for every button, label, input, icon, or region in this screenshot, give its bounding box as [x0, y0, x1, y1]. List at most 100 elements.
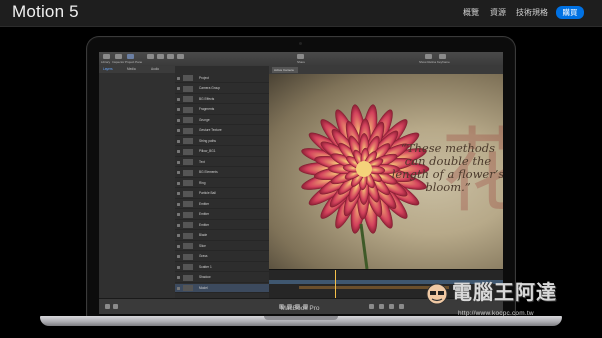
layer-visibility-checkbox[interactable]	[177, 244, 180, 248]
laptop-model-label: MacBook Pro	[280, 305, 320, 312]
layer-visibility-checkbox[interactable]	[177, 118, 180, 122]
layer-row[interactable]: BG Effects	[175, 95, 269, 104]
layer-row[interactable]: Emitter	[175, 200, 269, 209]
layer-thumbnail	[183, 264, 193, 270]
layer-thumbnail	[183, 159, 193, 165]
layer-visibility-checkbox[interactable]	[177, 160, 180, 164]
layer-name: Project	[199, 75, 209, 80]
layer-thumbnail	[183, 85, 193, 92]
library-panel: Layers Media Audio	[99, 66, 176, 298]
inspector-icon[interactable]	[115, 54, 122, 59]
layer-row[interactable]: Camera Group	[175, 85, 269, 94]
layer-row[interactable]: Scatter 1	[175, 263, 269, 272]
nav-link-tech-specs[interactable]: 技術規格	[516, 8, 548, 18]
layer-visibility-checkbox[interactable]	[177, 276, 180, 279]
layer-thumbnail	[183, 253, 193, 260]
layer-visibility-checkbox[interactable]	[177, 255, 180, 258]
layer-thumbnail	[183, 138, 193, 144]
layer-row[interactable]: Gesture Texture	[175, 127, 269, 136]
show-retina-icon[interactable]	[425, 54, 432, 59]
nav-link-overview[interactable]: 概覽	[463, 8, 479, 18]
canvas-bar: Active Camera	[269, 66, 503, 74]
layer-visibility-checkbox[interactable]	[177, 223, 180, 227]
layer-visibility-checkbox[interactable]	[177, 171, 180, 174]
layer-name: Grunge	[199, 117, 210, 122]
layer-visibility-checkbox[interactable]	[177, 139, 180, 143]
layer-thumbnail	[183, 211, 193, 218]
layer-thumbnail	[183, 274, 193, 281]
layer-row[interactable]: String paths	[175, 137, 269, 146]
layer-row[interactable]: BG Elements	[175, 169, 269, 178]
layer-thumbnail	[183, 180, 193, 186]
layer-row[interactable]: Model	[175, 284, 269, 293]
share-icon[interactable]	[297, 54, 304, 59]
play-icon[interactable]	[147, 54, 154, 59]
layer-row[interactable]: Text	[175, 158, 269, 167]
product-title[interactable]: Motion 5	[12, 1, 79, 23]
buy-button[interactable]: 購買	[556, 6, 584, 19]
layer-visibility-checkbox[interactable]	[177, 108, 180, 111]
library-icon[interactable]	[103, 54, 110, 59]
layer-row[interactable]: Emitter	[175, 211, 269, 220]
tab-layers[interactable]: Layers	[103, 67, 113, 71]
camera-select[interactable]: Active Camera	[272, 67, 298, 73]
layer-row[interactable]: Ring	[175, 179, 269, 188]
layer-visibility-checkbox[interactable]	[177, 286, 180, 290]
layer-row[interactable]: Blade	[175, 232, 269, 241]
layer-visibility-checkbox[interactable]	[177, 192, 180, 195]
layer-row[interactable]: Particle Ball	[175, 190, 269, 199]
layer-thumbnail	[183, 201, 193, 207]
playhead[interactable]	[335, 270, 336, 299]
toolbar-label-inspector: Inspector	[112, 60, 125, 64]
project-pane-icon[interactable]	[127, 54, 134, 59]
macbook-display: Library Inspector Project Pane Share Sho…	[86, 36, 516, 317]
layer-thumbnail	[183, 285, 193, 291]
layer-row[interactable]: Emitter	[175, 221, 269, 230]
layer-thumbnail	[183, 243, 193, 249]
motion-app-screen: Library Inspector Project Pane Share Sho…	[99, 52, 503, 314]
layer-thumbnail	[183, 96, 193, 102]
layer-visibility-checkbox[interactable]	[177, 202, 180, 206]
layer-row[interactable]: Project	[175, 74, 269, 83]
canvas-quote-text: “These methods can double the length of …	[391, 141, 503, 194]
layer-row[interactable]: Slice	[175, 242, 269, 251]
canvas-viewer[interactable]: 花 “These methods can double the length o…	[269, 74, 503, 269]
layer-visibility-checkbox[interactable]	[177, 87, 180, 90]
layer-name: Scatter 1	[199, 264, 212, 269]
layer-visibility-checkbox[interactable]	[177, 76, 180, 80]
keyframe-icon[interactable]	[439, 54, 446, 59]
nav-link-resources[interactable]: 資源	[490, 8, 506, 18]
tab-audio[interactable]: Audio	[151, 67, 159, 71]
layer-row[interactable]: Grunge	[175, 116, 269, 125]
watermark-title: 電腦王阿達	[452, 282, 557, 304]
layer-visibility-checkbox[interactable]	[177, 265, 180, 269]
layer-row[interactable]: Shadow	[175, 274, 269, 283]
filters-icon[interactable]	[157, 54, 164, 59]
layer-name: Text	[199, 159, 205, 164]
layer-visibility-checkbox[interactable]	[177, 97, 180, 101]
layer-thumbnail	[183, 169, 193, 176]
layer-visibility-checkbox[interactable]	[177, 150, 180, 153]
layer-name: Model	[199, 285, 208, 290]
laptop-notch	[264, 316, 338, 320]
camera-dot	[299, 42, 302, 45]
layer-name: Emitter	[199, 201, 210, 206]
layer-row[interactable]: Fragments	[175, 106, 269, 115]
layer-name: Ring	[199, 180, 206, 185]
layer-visibility-checkbox[interactable]	[177, 129, 180, 132]
layer-thumbnail	[183, 117, 193, 123]
behaviors-icon[interactable]	[167, 54, 174, 59]
toolbar-label-project-pane: Project Pane	[125, 60, 143, 64]
panel-tabs: Layers Media Audio	[99, 66, 175, 73]
layer-name: Pillow_BG1	[199, 149, 216, 153]
layers-list: Project Camera Group BG Effects Fragments Gr…	[175, 66, 270, 298]
layer-visibility-checkbox[interactable]	[177, 181, 180, 185]
layer-row[interactable]: Grass	[175, 253, 269, 262]
layer-row[interactable]: Pillow_BG1	[175, 148, 269, 157]
tab-media[interactable]: Media	[127, 67, 136, 71]
layer-name: Slice	[199, 243, 206, 248]
generators-icon[interactable]	[177, 54, 184, 59]
layer-visibility-checkbox[interactable]	[177, 234, 180, 237]
layer-visibility-checkbox[interactable]	[177, 213, 180, 216]
toolbar-label-show-retina: Show Retina	[419, 60, 437, 64]
